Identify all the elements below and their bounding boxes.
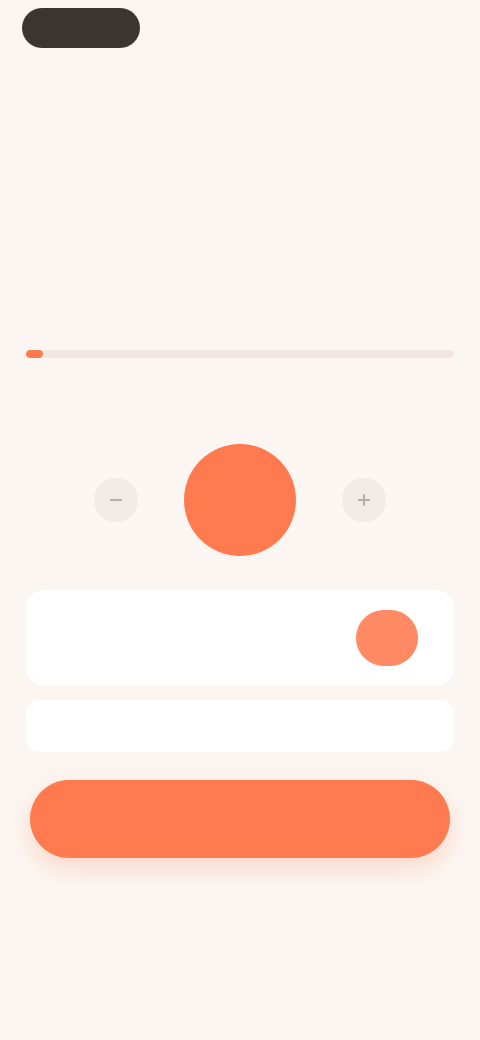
option-card[interactable]	[26, 590, 454, 686]
screen	[0, 0, 480, 1040]
option-label	[146, 628, 276, 648]
secondary-row[interactable]	[26, 700, 454, 752]
minus-icon	[110, 499, 122, 501]
progress-start-label	[26, 392, 66, 408]
option-toggle[interactable]	[356, 610, 418, 666]
secondary-link[interactable]	[26, 716, 454, 736]
top-right-action[interactable]	[356, 20, 452, 38]
plus-icon	[358, 494, 370, 506]
eyebrow-label	[30, 146, 122, 162]
progress-track	[26, 350, 454, 358]
primary-button[interactable]	[30, 780, 450, 858]
decrement-button[interactable]	[94, 478, 138, 522]
screen-title	[180, 76, 300, 98]
increment-button[interactable]	[342, 478, 386, 522]
back-pill-button[interactable]	[22, 8, 140, 48]
progress-fill	[26, 350, 44, 358]
value-display[interactable]	[184, 444, 296, 556]
progress-end-label	[414, 392, 454, 408]
